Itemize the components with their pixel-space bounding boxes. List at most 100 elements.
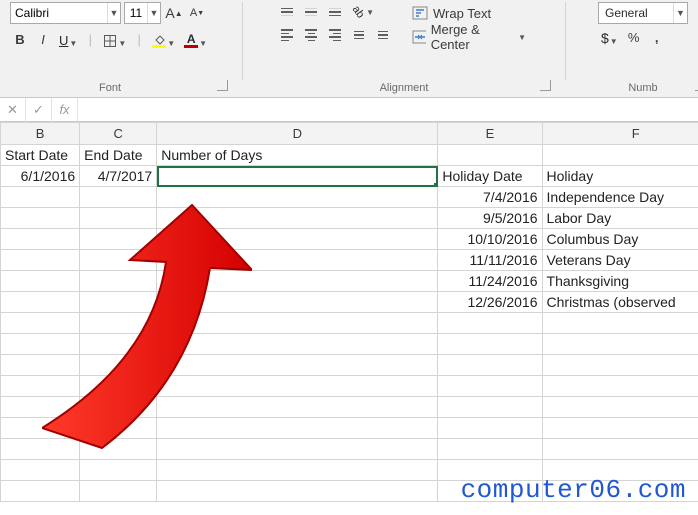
font-color-button[interactable]: A ▼ (181, 29, 210, 49)
cell[interactable] (80, 397, 157, 418)
decrease-font-button[interactable]: A▼ (187, 3, 207, 23)
cell[interactable] (1, 376, 80, 397)
enter-icon[interactable]: ✓ (26, 98, 52, 122)
cell[interactable] (1, 313, 80, 334)
comma-button[interactable]: , (647, 27, 667, 47)
cell[interactable] (542, 334, 698, 355)
fx-icon[interactable]: fx (52, 98, 78, 122)
italic-button[interactable]: I (33, 29, 53, 49)
borders-button[interactable]: ▼ (100, 29, 129, 49)
cell[interactable]: Independence Day (542, 187, 698, 208)
cell[interactable] (157, 355, 438, 376)
cell[interactable] (438, 439, 542, 460)
cell[interactable] (542, 313, 698, 334)
cell[interactable] (157, 334, 438, 355)
col-header[interactable]: D (157, 123, 438, 145)
cell[interactable] (542, 397, 698, 418)
cell[interactable] (542, 376, 698, 397)
bold-button[interactable]: B (10, 29, 30, 49)
cancel-icon[interactable]: ✕ (0, 98, 26, 122)
cell[interactable] (438, 334, 542, 355)
formula-input[interactable] (78, 99, 698, 121)
cell[interactable]: 11/11/2016 (438, 250, 542, 271)
font-size-combo[interactable]: ▼ (124, 2, 161, 24)
cell[interactable] (80, 376, 157, 397)
cell[interactable] (1, 481, 80, 502)
cell[interactable] (542, 418, 698, 439)
cell[interactable] (1, 292, 80, 313)
wrap-text-button[interactable]: Wrap Text (405, 2, 533, 24)
cell[interactable] (157, 187, 438, 208)
cell[interactable] (1, 355, 80, 376)
cell[interactable] (1, 229, 80, 250)
chevron-down-icon[interactable]: ▼ (147, 3, 160, 23)
font-name-input[interactable] (11, 6, 107, 20)
cell[interactable]: 10/10/2016 (438, 229, 542, 250)
cell[interactable] (80, 334, 157, 355)
cell[interactable] (157, 481, 438, 502)
col-header[interactable]: B (1, 123, 80, 145)
cell[interactable] (1, 418, 80, 439)
cell[interactable]: End Date (80, 145, 157, 166)
align-center-button[interactable] (299, 25, 323, 45)
percent-button[interactable]: % (624, 27, 644, 47)
cell[interactable] (1, 460, 80, 481)
cell[interactable] (80, 481, 157, 502)
chevron-down-icon[interactable]: ▼ (107, 3, 120, 23)
underline-button[interactable]: U▼ (56, 29, 80, 49)
cell[interactable] (1, 187, 80, 208)
cell[interactable] (438, 355, 542, 376)
merge-center-button[interactable]: Merge & Center ▼ (405, 26, 533, 48)
cell[interactable] (157, 166, 438, 187)
cell[interactable] (542, 439, 698, 460)
cell[interactable]: 9/5/2016 (438, 208, 542, 229)
cell[interactable] (80, 460, 157, 481)
cell[interactable]: Veterans Day (542, 250, 698, 271)
cell[interactable] (80, 439, 157, 460)
cell[interactable] (80, 313, 157, 334)
cell[interactable] (438, 418, 542, 439)
cell[interactable] (157, 229, 438, 250)
cell[interactable] (157, 460, 438, 481)
cell[interactable] (1, 334, 80, 355)
orientation-button[interactable]: ab▼ (347, 2, 379, 22)
cell[interactable]: Number of Days (157, 145, 438, 166)
cell[interactable] (157, 439, 438, 460)
col-header[interactable]: E (438, 123, 542, 145)
cell[interactable] (80, 250, 157, 271)
align-top-button[interactable] (275, 2, 299, 22)
cell[interactable]: Start Date (1, 145, 80, 166)
align-right-button[interactable] (323, 25, 347, 45)
cell[interactable] (1, 397, 80, 418)
cell[interactable] (157, 397, 438, 418)
cell[interactable] (1, 439, 80, 460)
align-left-button[interactable] (275, 25, 299, 45)
cell[interactable]: Christmas (observed (542, 292, 698, 313)
cell[interactable] (80, 292, 157, 313)
cell[interactable] (157, 208, 438, 229)
increase-font-button[interactable]: A▲ (164, 3, 184, 23)
cell[interactable] (1, 250, 80, 271)
cell[interactable] (1, 208, 80, 229)
cell[interactable]: Holiday (542, 166, 698, 187)
cell[interactable]: 11/24/2016 (438, 271, 542, 292)
accounting-format-button[interactable]: $▼ (598, 27, 621, 47)
cell[interactable] (157, 313, 438, 334)
col-header[interactable]: C (80, 123, 157, 145)
number-format-combo[interactable]: General ▼ (598, 2, 688, 24)
cell[interactable]: Holiday Date (438, 166, 542, 187)
cell[interactable] (438, 313, 542, 334)
cell[interactable] (80, 187, 157, 208)
cell[interactable]: 12/26/2016 (438, 292, 542, 313)
cell[interactable]: Columbus Day (542, 229, 698, 250)
cell[interactable]: 6/1/2016 (1, 166, 80, 187)
cell[interactable] (542, 145, 698, 166)
spreadsheet-grid[interactable]: B C D E F Start DateEnd DateNumber of Da… (0, 122, 698, 502)
cell[interactable] (438, 145, 542, 166)
decrease-indent-button[interactable] (347, 25, 371, 45)
cell[interactable] (157, 292, 438, 313)
cell[interactable] (157, 418, 438, 439)
cell[interactable]: 4/7/2017 (80, 166, 157, 187)
cell[interactable] (542, 355, 698, 376)
cell[interactable]: Labor Day (542, 208, 698, 229)
